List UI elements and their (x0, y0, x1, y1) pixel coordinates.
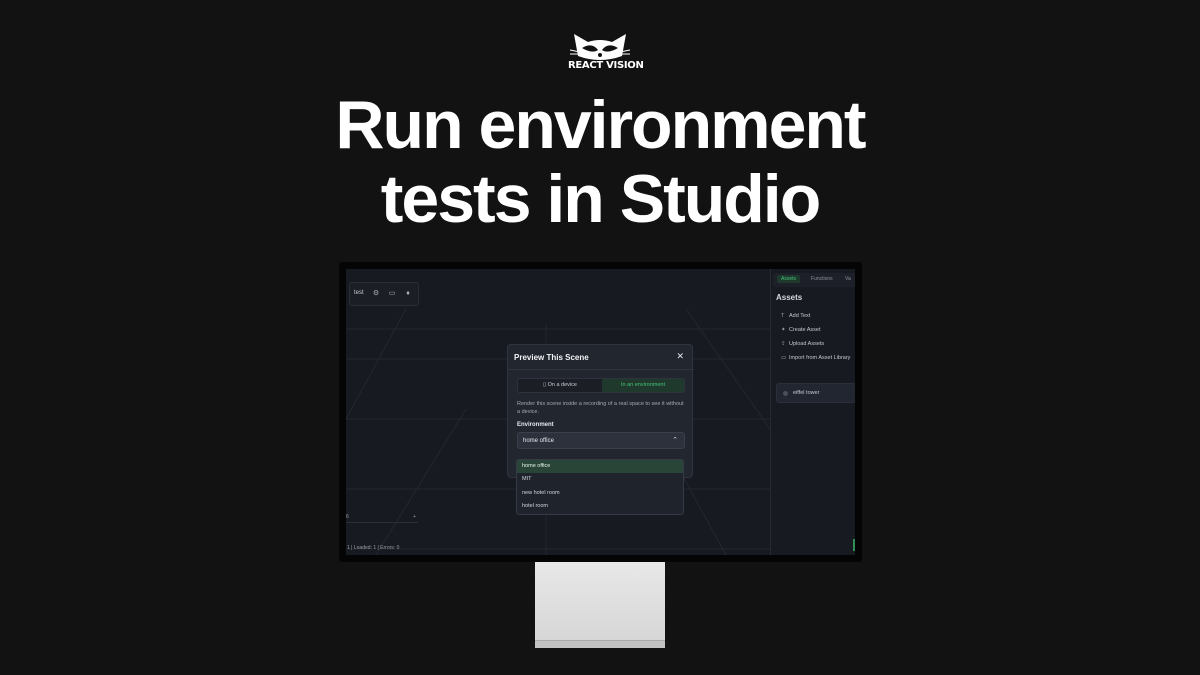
text-icon: T (781, 313, 785, 319)
react-vision-logo: REACT VISION (568, 30, 644, 74)
phone-icon: ▯ (543, 382, 547, 388)
scene-toolbar: test ⚙ ▭ ♦ (349, 282, 419, 306)
asset-card[interactable]: eiffel tower (776, 383, 855, 403)
environment-label: Environment (517, 422, 554, 428)
monitor-stand (535, 562, 665, 648)
raccoon-icon (569, 34, 631, 60)
environment-options: home office MIT new hotel room hotel roo… (516, 459, 684, 515)
upload-icon: ⇪ (781, 341, 786, 347)
chevron-up-icon: ⌃ (672, 437, 678, 444)
asset-thumb-icon (783, 391, 788, 396)
add-icon[interactable]: + (413, 514, 416, 520)
panel-indicator (853, 539, 855, 551)
tab-variables[interactable]: Va (845, 276, 851, 282)
add-text-button[interactable]: T Add Text (781, 313, 810, 319)
import-library-button[interactable]: ▭ Import from Asset Library (781, 355, 850, 361)
close-icon[interactable]: ✕ (676, 352, 684, 361)
option-new-hotel-room[interactable]: new hotel room (517, 487, 683, 500)
outline-bar-left: 6 (346, 514, 349, 520)
on-device-option[interactable]: ▯ On a device (518, 379, 602, 392)
divider (508, 369, 694, 370)
option-home-office[interactable]: home office (517, 460, 683, 473)
preview-scene-modal: Preview This Scene ✕ ▯ On a device In an… (507, 344, 694, 478)
folder-icon: ▭ (781, 355, 787, 361)
preview-mode-toggle: ▯ On a device In an environment (517, 378, 685, 393)
headline-line-2: tests in Studio (380, 161, 821, 237)
brand-name: REACT VISION (568, 60, 644, 71)
headline: Run environment tests in Studio (0, 88, 1200, 236)
outline-bar: 6 + (346, 514, 418, 523)
status-line: 1 | Loaded: 1 | Errors: 0 (347, 545, 400, 551)
device-icon[interactable]: ▭ (388, 290, 396, 298)
panel-tabs: Assets Functions Va (773, 273, 855, 287)
light-icon[interactable]: ♦ (404, 290, 412, 298)
tab-assets[interactable]: Assets (777, 275, 801, 283)
environment-selected-value: home office (523, 438, 554, 444)
panel-title: Assets (776, 293, 803, 302)
option-hotel-room[interactable]: hotel room (517, 500, 683, 513)
option-mit[interactable]: MIT (517, 473, 683, 486)
in-environment-option[interactable]: In an environment (602, 379, 684, 392)
headline-line-1: Run environment (335, 87, 866, 163)
upload-assets-button[interactable]: ⇪ Upload Assets (781, 341, 824, 347)
gear-icon[interactable]: ⚙ (372, 290, 380, 298)
studio-screen: test ⚙ ▭ ♦ 6 + 1 | Loaded: 1 | Errors: 0… (346, 269, 855, 555)
scene-name: test (354, 290, 364, 296)
right-panel: Assets Functions Va Assets T Add Text ✦ Cr… (770, 269, 855, 555)
modal-description: Render this scene inside a recording of … (517, 401, 684, 415)
create-asset-button[interactable]: ✦ Create Asset (781, 327, 821, 333)
sparkle-icon: ✦ (781, 327, 786, 333)
monitor-stand-base (535, 640, 665, 648)
asset-name: eiffel tower (793, 390, 820, 396)
monitor: test ⚙ ▭ ♦ 6 + 1 | Loaded: 1 | Errors: 0… (339, 262, 862, 562)
modal-title: Preview This Scene (514, 353, 589, 362)
tab-functions[interactable]: Functions (811, 276, 833, 282)
environment-select[interactable]: home office ⌃ (517, 432, 685, 449)
